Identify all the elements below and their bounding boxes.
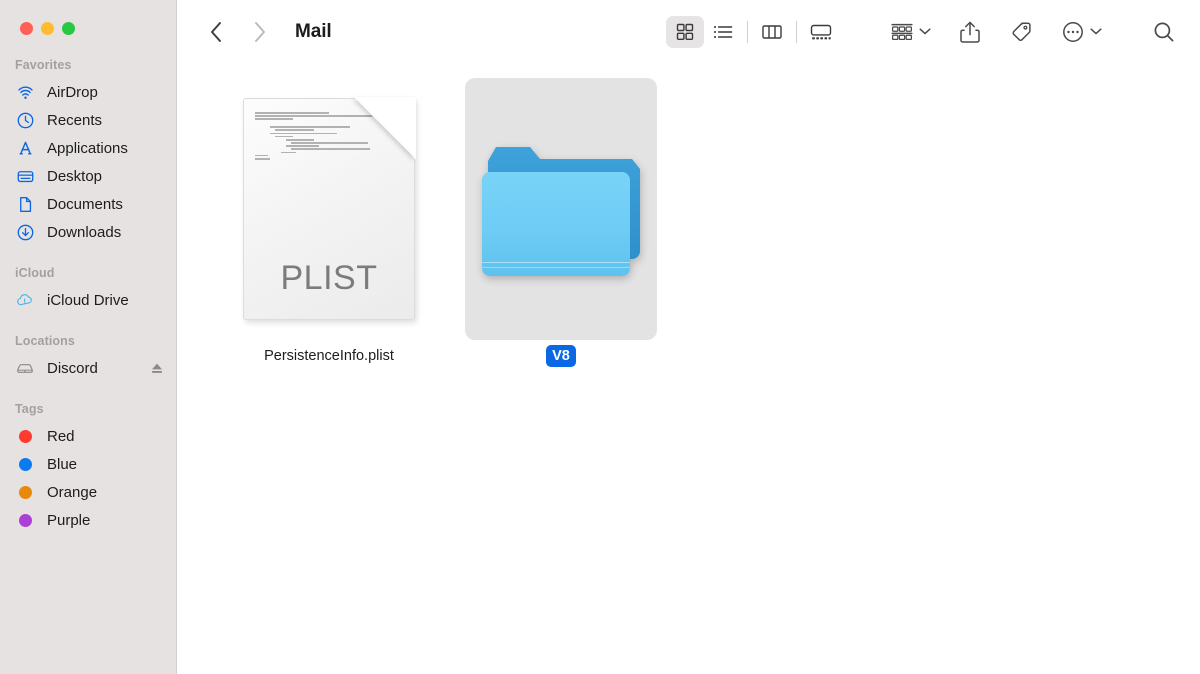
sidebar-item-tag-red[interactable]: Red	[0, 422, 176, 450]
finder-window: Favorites AirDrop Recents Applications D…	[0, 0, 1200, 674]
chevron-down-icon	[919, 23, 931, 41]
applications-icon	[15, 138, 35, 158]
sidebar-item-label: Recents	[47, 111, 103, 129]
forward-button[interactable]	[245, 17, 275, 47]
sidebar-section-icloud: iCloud iCloud Drive	[0, 266, 176, 314]
folder-icon	[482, 147, 640, 277]
file-icon-container[interactable]: PLIST	[233, 78, 425, 340]
airdrop-icon	[15, 82, 35, 102]
sidebar-header-locations: Locations	[15, 334, 75, 348]
folder-icon-container[interactable]	[465, 78, 657, 340]
tag-button[interactable]	[1003, 15, 1039, 49]
sidebar-item-label: Discord	[47, 359, 98, 377]
sidebar-item-airdrop[interactable]: AirDrop	[0, 78, 176, 106]
folder-item-v8[interactable]: V8	[461, 78, 661, 367]
minimize-button[interactable]	[41, 22, 54, 35]
icon-grid: PLIST PersistenceInfo.plist V8	[229, 78, 661, 367]
maximize-button[interactable]	[62, 22, 75, 35]
sidebar-item-label: Purple	[47, 511, 91, 529]
sidebar-header-tags: Tags	[15, 402, 44, 416]
icloud-drive-icon	[15, 290, 35, 310]
sidebar-item-applications[interactable]: Applications	[0, 134, 176, 162]
toolbar-actions	[884, 15, 1182, 49]
sidebar-item-tag-purple[interactable]: Purple	[0, 506, 176, 534]
toolbar: Mail	[177, 0, 1200, 64]
close-button[interactable]	[20, 22, 33, 35]
chevron-down-icon	[1090, 23, 1102, 41]
downloads-icon	[15, 222, 35, 242]
page-title: Mail	[295, 21, 332, 42]
plist-file-icon: PLIST	[243, 97, 416, 320]
column-view-button[interactable]	[753, 16, 791, 48]
gallery-view-button[interactable]	[802, 16, 840, 48]
sidebar-item-tag-blue[interactable]: Blue	[0, 450, 176, 478]
tag-dot-icon	[15, 510, 35, 530]
document-icon	[15, 194, 35, 214]
main-area: Mail PLIST PersistenceInfo.plist V8	[177, 0, 1200, 674]
tag-dot-icon	[15, 482, 35, 502]
sidebar-item-label: AirDrop	[47, 83, 98, 101]
sidebar-section-locations: Locations Discord	[0, 334, 176, 382]
external-drive-icon	[15, 358, 35, 378]
list-view-button[interactable]	[704, 16, 742, 48]
sidebar-header-favorites: Favorites	[15, 58, 72, 72]
sidebar: Favorites AirDrop Recents Applications D…	[0, 0, 177, 674]
sidebar-item-discord[interactable]: Discord	[0, 354, 176, 382]
sidebar-item-label: Orange	[47, 483, 98, 501]
tag-dot-icon	[15, 426, 35, 446]
traffic-lights	[0, 0, 176, 35]
file-item-plist[interactable]: PLIST PersistenceInfo.plist	[229, 78, 429, 367]
group-by-button[interactable]	[884, 15, 937, 49]
sidebar-header-icloud: iCloud	[15, 266, 55, 280]
sidebar-item-label: Blue	[47, 455, 78, 473]
sidebar-item-label: Red	[47, 427, 75, 445]
sidebar-item-desktop[interactable]: Desktop	[0, 162, 176, 190]
search-button[interactable]	[1146, 15, 1182, 49]
sidebar-item-recents[interactable]: Recents	[0, 106, 176, 134]
icon-view-button[interactable]	[666, 16, 704, 48]
tag-dot-icon	[15, 454, 35, 474]
sidebar-item-label: Downloads	[47, 223, 122, 241]
sidebar-section-tags: Tags Red Blue Orange Purple	[0, 402, 176, 534]
sidebar-item-documents[interactable]: Documents	[0, 190, 176, 218]
toolbar-divider	[796, 21, 797, 43]
view-switcher	[666, 16, 840, 48]
sidebar-item-label: Applications	[47, 139, 128, 157]
file-name-label[interactable]: PersistenceInfo.plist	[258, 345, 400, 367]
sidebar-item-label: Desktop	[47, 167, 103, 185]
toolbar-divider	[747, 21, 748, 43]
sidebar-item-label: Documents	[47, 195, 123, 213]
file-extension-label: PLIST	[280, 259, 378, 297]
share-button[interactable]	[953, 15, 987, 49]
sidebar-item-icloud-drive[interactable]: iCloud Drive	[0, 286, 176, 314]
sidebar-item-downloads[interactable]: Downloads	[0, 218, 176, 246]
sidebar-section-favorites: Favorites AirDrop Recents Applications D…	[0, 58, 176, 246]
back-button[interactable]	[201, 17, 231, 47]
more-actions-button[interactable]	[1055, 15, 1108, 49]
desktop-icon	[15, 166, 35, 186]
clock-icon	[15, 110, 35, 130]
eject-icon[interactable]	[150, 361, 164, 375]
file-grid-area[interactable]: PLIST PersistenceInfo.plist V8	[177, 64, 1200, 674]
sidebar-item-tag-orange[interactable]: Orange	[0, 478, 176, 506]
folder-name-label[interactable]: V8	[546, 345, 576, 367]
sidebar-item-label: iCloud Drive	[47, 291, 129, 309]
